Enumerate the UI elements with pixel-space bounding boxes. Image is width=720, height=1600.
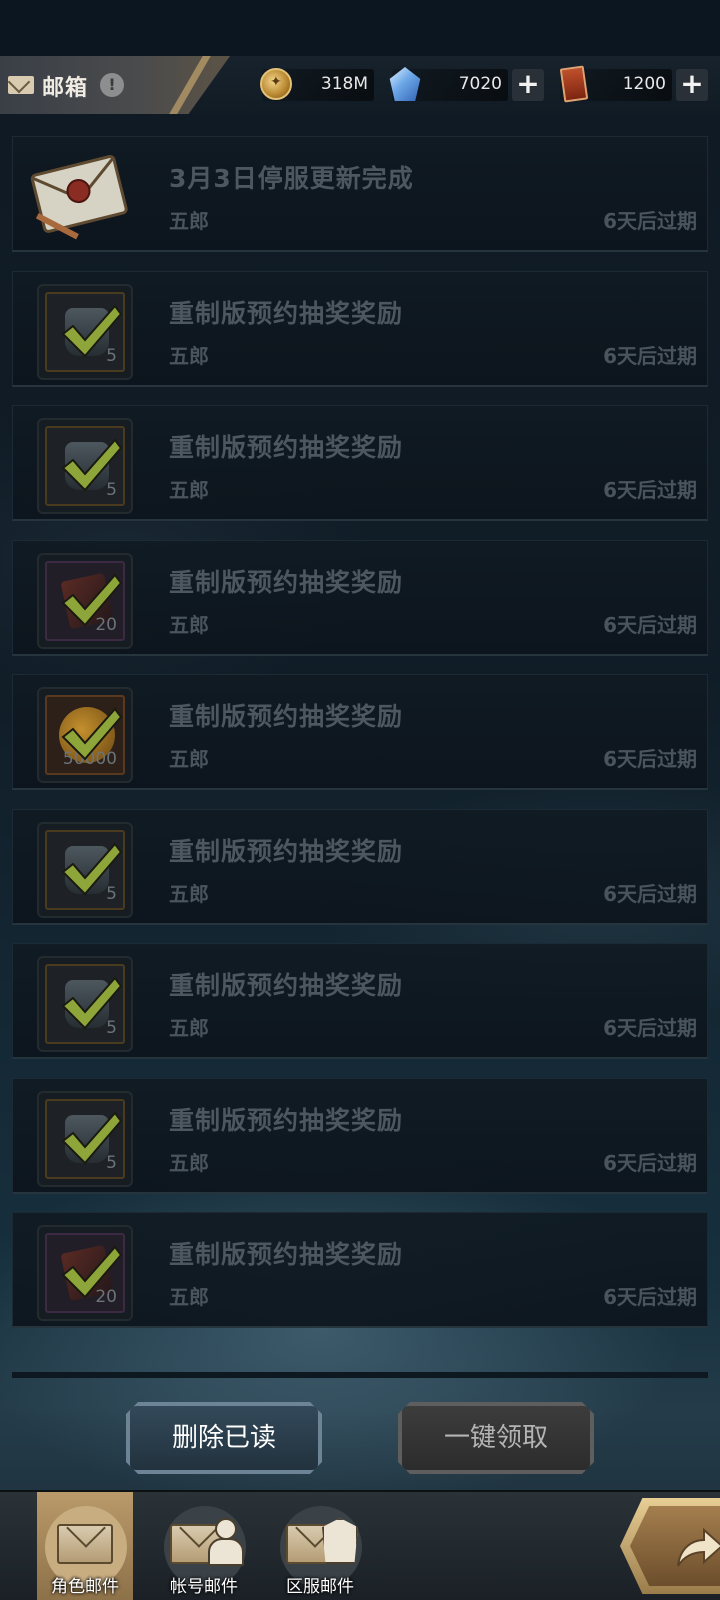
mail-expiry: 6天后过期	[603, 344, 697, 368]
mail-icon	[8, 76, 34, 94]
reward-thumbnail: 5	[37, 284, 133, 380]
reward-thumbnail: 5	[37, 1091, 133, 1187]
mail-title: 重制版预约抽奖奖励	[169, 971, 404, 1000]
mail-title: 重制版预约抽奖奖励	[169, 1106, 404, 1135]
bottom-nav: 角色邮件 帐号邮件 区服邮件	[0, 1490, 720, 1600]
gem-value: 7020	[458, 74, 502, 94]
tab-character-mail[interactable]: 角色邮件	[37, 1492, 133, 1600]
reward-slot: 5	[45, 292, 125, 372]
reward-slot: 5	[45, 964, 125, 1044]
mail-expiry: 6天后过期	[603, 1016, 697, 1040]
header-bar: 邮箱 ! 318M 7020 + 1200 +	[0, 56, 720, 114]
mail-sender: 五郎	[169, 478, 209, 502]
claimed-check-icon	[61, 976, 123, 1030]
person-icon	[208, 1518, 244, 1566]
tab-label: 帐号邮件	[170, 1577, 238, 1597]
mail-item[interactable]: 20 重制版预约抽奖奖励五郎 6天后过期	[12, 1212, 708, 1328]
mail-expiry: 6天后过期	[603, 209, 697, 233]
tab-label: 区服邮件	[286, 1577, 354, 1597]
reward-slot: 5	[45, 426, 125, 506]
add-ticket-button[interactable]: +	[676, 69, 708, 101]
tab-label: 角色邮件	[51, 1577, 119, 1597]
mail-sender: 五郎	[169, 747, 209, 771]
envelope-icon	[57, 1524, 113, 1564]
tab-account-mail[interactable]: 帐号邮件	[156, 1492, 252, 1600]
share-button-face	[630, 1506, 720, 1586]
mail-expiry: 6天后过期	[603, 1285, 697, 1309]
mail-expiry: 6天后过期	[603, 478, 697, 502]
reward-slot: 5	[45, 1099, 125, 1179]
mail-expiry: 6天后过期	[603, 747, 697, 771]
mail-item[interactable]: 3月3日停服更新完成五郎 6天后过期	[12, 136, 708, 252]
reward-slot: 20	[45, 1233, 125, 1313]
tab-server-mail[interactable]: 区服邮件	[272, 1492, 368, 1600]
reward-slot: 5	[45, 830, 125, 910]
mail-expiry: 6天后过期	[603, 613, 697, 637]
ticket-icon	[559, 65, 589, 103]
reward-thumbnail: 5	[37, 956, 133, 1052]
claimed-check-icon	[61, 1111, 123, 1165]
mail-sender: 五郎	[169, 344, 209, 368]
mail-item[interactable]: 20 重制版预约抽奖奖励五郎 6天后过期	[12, 540, 708, 656]
reward-thumbnail: 5	[37, 418, 133, 514]
claimed-check-icon	[61, 707, 123, 761]
mail-title: 重制版预约抽奖奖励	[169, 837, 404, 866]
gold-value: 318M	[320, 74, 368, 94]
reward-thumbnail: 20	[37, 1225, 133, 1321]
ticket-value: 1200	[622, 74, 666, 94]
mail-title: 3月3日停服更新完成	[169, 164, 414, 193]
reward-slot: 20	[45, 561, 125, 641]
share-arrow-icon	[677, 1527, 720, 1567]
mail-sender: 五郎	[169, 882, 209, 906]
reward-thumbnail: 5	[37, 822, 133, 918]
crystal-gem-icon	[389, 67, 421, 101]
add-gem-button[interactable]: +	[512, 69, 544, 101]
mail-sender: 五郎	[169, 1151, 209, 1175]
server-badge-icon	[322, 1518, 358, 1564]
gold-coin-icon	[260, 68, 292, 100]
envelope-icon	[30, 155, 128, 240]
mail-title: 重制版预约抽奖奖励	[169, 433, 404, 462]
mail-item[interactable]: 5 重制版预约抽奖奖励五郎 6天后过期	[12, 809, 708, 925]
gold-resource: 318M	[260, 68, 374, 101]
mail-title: 重制版预约抽奖奖励	[169, 702, 404, 731]
reward-thumbnail: 20	[37, 553, 133, 649]
mail-sender: 五郎	[169, 1016, 209, 1040]
claimed-check-icon	[61, 842, 123, 896]
claimed-check-icon	[61, 304, 123, 358]
reward-thumbnail: 50000	[37, 687, 133, 783]
page-title: 邮箱	[42, 76, 89, 101]
mail-sender: 五郎	[169, 209, 209, 233]
mail-item[interactable]: 5 重制版预约抽奖奖励五郎 6天后过期	[12, 271, 708, 387]
mail-item[interactable]: 5 重制版预约抽奖奖励五郎 6天后过期	[12, 1078, 708, 1194]
status-area	[0, 0, 720, 56]
mail-item[interactable]: 5 重制版预约抽奖奖励五郎 6天后过期	[12, 405, 708, 521]
ticket-resource: 1200	[559, 65, 672, 103]
claimed-check-icon	[61, 438, 123, 492]
claim-all-button[interactable]: 一键领取	[398, 1402, 594, 1474]
claimed-check-icon	[61, 1245, 123, 1299]
mail-title: 重制版预约抽奖奖励	[169, 1240, 404, 1269]
gem-resource: 7020	[389, 67, 508, 101]
mail-expiry: 6天后过期	[603, 1151, 697, 1175]
mail-item[interactable]: 50000 重制版预约抽奖奖励五郎 6天后过期	[12, 674, 708, 790]
delete-read-button[interactable]: 删除已读	[126, 1402, 322, 1474]
mail-sender: 五郎	[169, 1285, 209, 1309]
mail-title: 重制版预约抽奖奖励	[169, 568, 404, 597]
mail-item[interactable]: 5 重制版预约抽奖奖励五郎 6天后过期	[12, 943, 708, 1059]
claimed-check-icon	[61, 573, 123, 627]
mail-sender: 五郎	[169, 613, 209, 637]
info-icon[interactable]: !	[100, 73, 124, 97]
mail-expiry: 6天后过期	[603, 882, 697, 906]
list-divider	[12, 1372, 708, 1378]
mail-title: 重制版预约抽奖奖励	[169, 299, 404, 328]
reward-slot: 50000	[45, 695, 125, 775]
